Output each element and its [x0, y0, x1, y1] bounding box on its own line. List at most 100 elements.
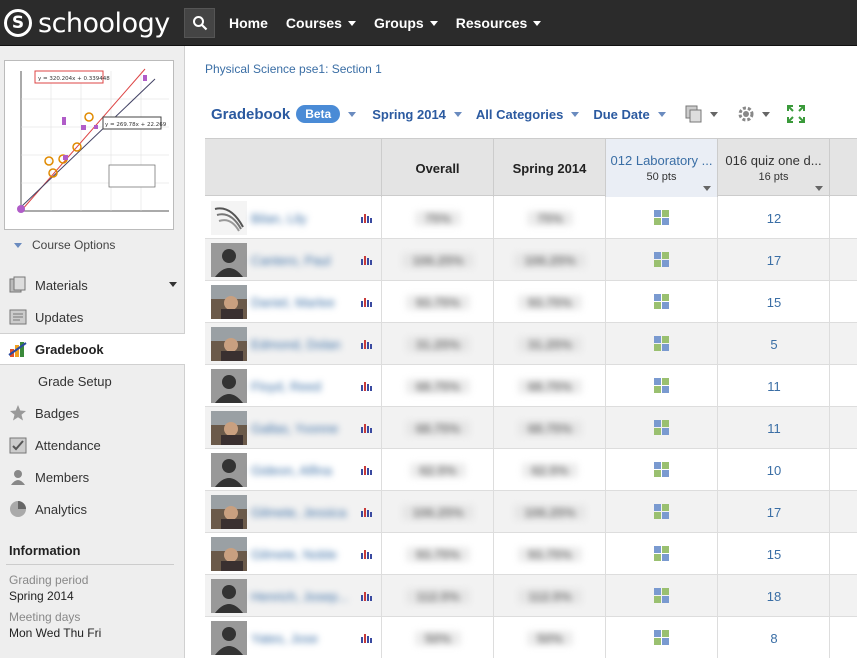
student-stats-button[interactable] [351, 575, 381, 617]
avatar[interactable] [209, 533, 249, 575]
avatar[interactable] [209, 365, 249, 407]
divider [493, 239, 494, 280]
student-name[interactable]: Daniel, Marlee [251, 281, 351, 323]
quiz-grade-cell[interactable]: 11 [718, 407, 830, 449]
rubric-icon [654, 420, 669, 435]
student-stats-button[interactable] [351, 239, 381, 281]
quiz-grade-cell[interactable]: 12 [718, 197, 830, 239]
lab-grade-cell[interactable] [606, 449, 718, 491]
student-stats-button[interactable] [351, 323, 381, 365]
lab-grade-cell[interactable] [606, 575, 718, 617]
header-quiz[interactable]: 016 quiz one d... 16 pts [718, 139, 830, 197]
nav-courses-label: Courses [285, 15, 342, 31]
student-stats-button[interactable] [351, 449, 381, 491]
student-stats-button[interactable] [351, 491, 381, 533]
lab-grade-cell[interactable] [606, 281, 718, 323]
avatar[interactable] [209, 323, 249, 365]
avatar[interactable] [209, 239, 249, 281]
sidebar-item-materials[interactable]: Materials [0, 269, 185, 301]
lab-grade-cell[interactable] [606, 617, 718, 658]
lab-grade-cell[interactable] [606, 365, 718, 407]
student-stats-button[interactable] [351, 407, 381, 449]
divider [493, 407, 494, 448]
grading-period-dropdown[interactable]: Spring 2014 [372, 107, 462, 122]
nav-resources[interactable]: Resources [456, 15, 542, 31]
student-name[interactable]: Henrich, Josep... [251, 575, 351, 617]
lab-grade-cell[interactable] [606, 197, 718, 239]
settings-button[interactable] [736, 104, 770, 124]
sidebar-item-analytics[interactable]: Analytics [0, 493, 185, 525]
chevron-down-icon[interactable] [815, 186, 823, 191]
student-stats-button[interactable] [351, 617, 381, 658]
fullscreen-button[interactable] [786, 104, 806, 124]
header-lab-title[interactable]: 012 Laboratory ... [611, 153, 713, 168]
student-name[interactable]: Gallas, Yvonne [251, 407, 351, 449]
quiz-grade-cell[interactable]: 10 [718, 449, 830, 491]
avatar[interactable] [209, 449, 249, 491]
avatar[interactable] [209, 617, 249, 658]
quiz-grade-cell[interactable]: 18 [718, 575, 830, 617]
overall-grade-value: 93.75% [405, 294, 471, 310]
lab-grade-cell[interactable] [606, 239, 718, 281]
bar-chart-icon [361, 382, 372, 391]
student-name[interactable]: Bilan, Lily [251, 197, 351, 239]
student-name[interactable]: Gilmete, Noble [251, 533, 351, 575]
quiz-grade-cell[interactable]: 5 [718, 323, 830, 365]
student-name[interactable]: Gilmete, Jessica [251, 491, 351, 533]
quiz-grade-cell[interactable]: 8 [718, 617, 830, 658]
student-name[interactable]: Edmond, Dolan [251, 323, 351, 365]
divider [381, 323, 382, 364]
avatar[interactable] [209, 197, 249, 239]
lab-grade-cell[interactable] [606, 491, 718, 533]
avatar[interactable] [209, 491, 249, 533]
avatar[interactable] [209, 575, 249, 617]
schoology-logo[interactable]: S schoology [4, 8, 170, 39]
quiz-grade-cell[interactable]: 15 [718, 281, 830, 323]
divider [381, 491, 382, 532]
avatar[interactable] [209, 281, 249, 323]
nav-home[interactable]: Home [229, 15, 268, 31]
sidebar-item-badges[interactable]: Badges [0, 397, 185, 429]
student-stats-button[interactable] [351, 533, 381, 575]
sidebar-item-grade-setup[interactable]: Grade Setup [38, 374, 112, 389]
divider [717, 575, 718, 616]
chevron-down-icon[interactable] [348, 111, 357, 117]
divider [381, 407, 382, 448]
header-lab[interactable]: 012 Laboratory ... 50 pts [606, 139, 718, 197]
sidebar-item-gradebook[interactable]: Gradebook [0, 333, 185, 365]
divider [605, 239, 606, 280]
quiz-grade-cell[interactable]: 15 [718, 533, 830, 575]
student-stats-button[interactable] [351, 365, 381, 407]
student-name[interactable]: Yates, Jose [251, 617, 351, 658]
categories-dropdown[interactable]: All Categories [475, 106, 580, 122]
header-quiz-title[interactable]: 016 quiz one d... [725, 153, 821, 168]
breadcrumb[interactable]: Physical Science pse1: Section 1 [205, 62, 382, 76]
avatar[interactable] [209, 407, 249, 449]
search-button[interactable] [184, 8, 215, 38]
lab-grade-cell[interactable] [606, 323, 718, 365]
student-stats-button[interactable] [351, 197, 381, 239]
student-name[interactable]: Floyd, Reed [251, 365, 351, 407]
student-name[interactable]: Gideon, Alfina [251, 449, 351, 491]
sidebar-item-attendance[interactable]: Attendance [0, 429, 185, 461]
quiz-grade-cell[interactable]: 17 [718, 239, 830, 281]
course-profile-image[interactable]: y = 320.204x + 0.339448 y = 269.78x + 22… [4, 60, 174, 230]
chevron-down-icon[interactable] [169, 282, 177, 287]
quiz-grade-cell[interactable]: 11 [718, 365, 830, 407]
copy-button[interactable] [684, 104, 718, 124]
course-options-menu[interactable]: Course Options [14, 238, 115, 252]
lab-grade-cell[interactable] [606, 407, 718, 449]
nav-groups[interactable]: Groups [374, 15, 438, 31]
chevron-down-icon[interactable] [703, 186, 711, 191]
sidebar-item-updates[interactable]: Updates [0, 301, 185, 333]
categories-dropdown-label: All Categories [475, 106, 564, 122]
lab-grade-cell[interactable] [606, 533, 718, 575]
quiz-grade-cell[interactable]: 17 [718, 491, 830, 533]
student-stats-button[interactable] [351, 281, 381, 323]
divider [717, 281, 718, 322]
nav-courses[interactable]: Courses [286, 15, 356, 31]
sort-dropdown[interactable]: Due Date [593, 107, 666, 122]
student-name[interactable]: Cantero, Paul [251, 239, 351, 281]
sidebar-item-members[interactable]: Members [0, 461, 185, 493]
information-heading: Information [9, 543, 81, 558]
